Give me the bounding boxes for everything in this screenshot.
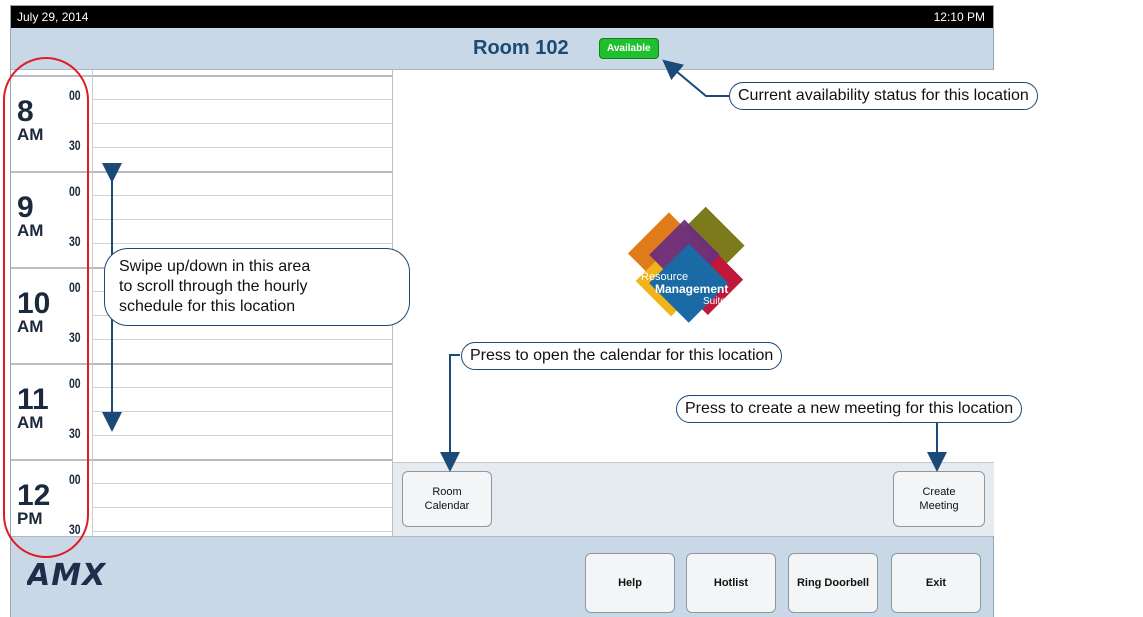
- swipe-callout: Swipe up/down in this area to scroll thr…: [104, 248, 410, 326]
- time-slot-divider: [93, 99, 392, 100]
- logo-line-suite: Suite: [703, 296, 726, 307]
- time-slot-divider: [93, 531, 392, 532]
- room-calendar-callout-text: Press to open the calendar for this loca…: [470, 347, 774, 364]
- exit-label: Exit: [925, 577, 947, 589]
- time-slot-divider: [93, 147, 392, 148]
- swipe-callout-line3: schedule for this location: [119, 298, 296, 315]
- time-slot-divider: [93, 243, 392, 244]
- amx-logo: AMX: [25, 558, 147, 596]
- create-meeting-button[interactable]: Create Meeting: [893, 471, 985, 527]
- room-header: Room 102 Available: [11, 28, 993, 70]
- create-meeting-label: Create Meeting: [919, 485, 958, 513]
- create-meeting-callout-text: Press to create a new meeting for this l…: [685, 400, 1014, 417]
- room-calendar-button[interactable]: Room Calendar: [402, 471, 492, 527]
- help-button[interactable]: Help: [585, 553, 675, 613]
- time-slot-divider: [93, 339, 392, 340]
- hour-divider: [93, 459, 392, 461]
- availability-status-badge: Available: [599, 38, 659, 59]
- ring-doorbell-label: Ring Doorbell: [796, 577, 870, 589]
- swipe-callout-line1: Swipe up/down in this area: [119, 258, 311, 275]
- create-meeting-label-line2: Meeting: [919, 500, 959, 512]
- room-calendar-label-line1: Room: [432, 486, 462, 498]
- hotlist-button[interactable]: Hotlist: [686, 553, 776, 613]
- create-meeting-label-line1: Create: [922, 486, 956, 498]
- time-slot-divider: [93, 483, 392, 484]
- availability-callout-text: Current availability status for this loc…: [738, 87, 1029, 104]
- logo-line-management: Management: [655, 282, 728, 296]
- resource-management-suite-logo: Resource Management Suite: [601, 194, 751, 344]
- time-slot-divider: [93, 387, 392, 388]
- ring-doorbell-button[interactable]: Ring Doorbell: [788, 553, 878, 613]
- availability-callout: Current availability status for this loc…: [729, 82, 1038, 110]
- hour-column-highlight: [3, 57, 89, 558]
- status-bar: July 29, 2014 12:10 PM: [11, 6, 993, 28]
- swipe-callout-line2: to scroll through the hourly: [119, 278, 308, 295]
- hour-divider: [93, 75, 392, 77]
- stage: July 29, 2014 12:10 PM Room 102 Availabl…: [0, 0, 1143, 617]
- time-slot-divider: [93, 435, 392, 436]
- create-meeting-callout: Press to create a new meeting for this l…: [676, 395, 1023, 423]
- hour-divider: [93, 171, 392, 173]
- date-label: July 29, 2014: [17, 10, 89, 24]
- help-label: Help: [618, 577, 642, 589]
- time-slot-divider: [93, 507, 392, 508]
- amx-logo-text: AMX: [27, 559, 107, 591]
- time-label: 12:10 PM: [933, 10, 985, 24]
- time-slot-divider: [93, 411, 392, 412]
- exit-button[interactable]: Exit: [891, 553, 981, 613]
- room-calendar-callout: Press to open the calendar for this loca…: [461, 342, 783, 370]
- room-title: Room 102: [473, 37, 569, 59]
- hour-divider: [93, 363, 392, 365]
- time-slot-divider: [93, 219, 392, 220]
- footer-bar: AMX Help Hotlist Ring Doorbell Exit: [11, 536, 993, 617]
- hotlist-label: Hotlist: [713, 577, 749, 589]
- time-slot-divider: [93, 195, 392, 196]
- room-calendar-label: Room Calendar: [425, 485, 470, 513]
- time-slot-divider: [93, 123, 392, 124]
- action-bar: Room Calendar Create Meeting: [393, 462, 994, 536]
- room-calendar-label-line2: Calendar: [424, 500, 470, 512]
